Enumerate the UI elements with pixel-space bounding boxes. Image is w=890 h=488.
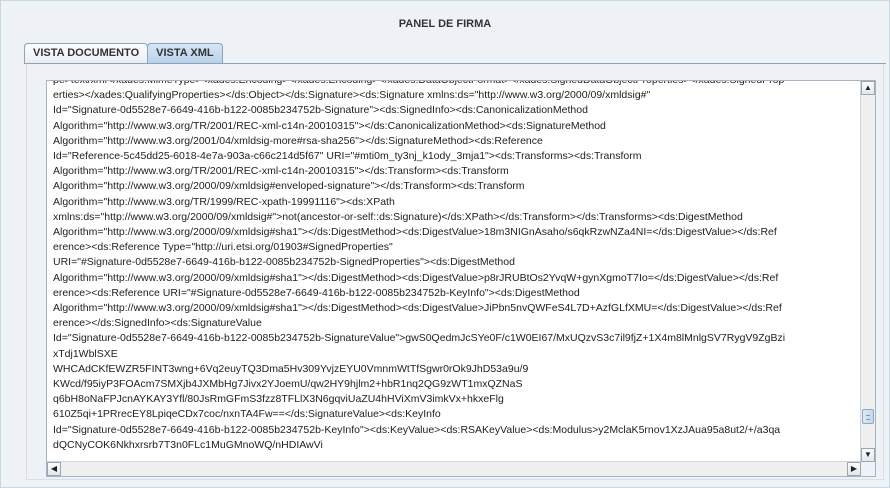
- xml-line: 610Z5qi+1PRrecEY8LpiqeCDx7coc/nxnTA4Fw==…: [53, 408, 441, 421]
- xml-line: WHCAdCKfEWZR5FINT3wng+6Vq2euyTQ3Dma5Hv30…: [53, 362, 529, 375]
- vertical-scrollbar[interactable]: ▲ ▼: [860, 81, 875, 462]
- xml-line: erence><ds:Reference Type="http://uri.et…: [53, 241, 393, 254]
- xml-line: xTdj1WblSXE: [53, 347, 118, 360]
- xml-line: pe>text/xml</xades:MimeType><xades:Encod…: [47, 81, 861, 88]
- arrow-down-icon: ▼: [864, 450, 872, 459]
- xml-scroll-pane[interactable]: pe>text/xml</xades:MimeType><xades:Encod…: [46, 80, 876, 477]
- xml-line: Algorithm="http://www.w3.org/2000/09/xml…: [53, 302, 782, 315]
- xml-line: URI="#Signature-0d5528e7-6649-416b-b122-…: [53, 256, 515, 269]
- arrow-left-icon: ◀: [50, 464, 58, 473]
- xml-line: Algorithm="http://www.w3.org/2000/09/xml…: [53, 226, 777, 239]
- tab-vista-xml[interactable]: VISTA XML: [147, 43, 223, 63]
- xml-line: Id="Signature-0d5528e7-6649-416b-b122-00…: [53, 332, 786, 345]
- scroll-down-button[interactable]: ▼: [861, 448, 875, 462]
- panel-title: PANEL DE FIRMA: [398, 18, 492, 30]
- tab-vista-documento[interactable]: VISTA DOCUMENTO: [24, 43, 149, 63]
- scroll-up-button[interactable]: ▲: [861, 81, 875, 95]
- xml-text-area[interactable]: pe>text/xml</xades:MimeType><xades:Encod…: [47, 81, 861, 462]
- arrow-up-icon: ▲: [864, 83, 872, 92]
- xml-line: Id="Signature-0d5528e7-6649-416b-b122-00…: [53, 104, 588, 117]
- xml-line: dQCNyCOK6Nkhxrsrb7T3n0FLc1MuGMnoWQ/nHDIA…: [53, 438, 323, 451]
- xml-line: Algorithm="http://www.w3.org/2000/09/xml…: [53, 271, 779, 284]
- xml-line: xmlns:ds="http://www.w3.org/2000/09/xmld…: [53, 210, 743, 223]
- xml-line: erties></xades:QualifyingProperties></ds…: [53, 89, 651, 102]
- arrow-right-icon: ▶: [850, 464, 858, 473]
- xml-line: erence></ds:SignedInfo><ds:SignatureValu…: [53, 317, 262, 330]
- xml-line: Algorithm="http://www.w3.org/TR/2001/REC…: [53, 165, 509, 178]
- tab-bar: VISTA DOCUMENTO VISTA XML: [24, 43, 223, 64]
- xml-line: Algorithm="http://www.w3.org/2000/09/xml…: [53, 180, 525, 193]
- xml-line: Algorithm="http://www.w3.org/TR/2001/REC…: [53, 119, 606, 132]
- scrollbar-corner: [861, 462, 875, 476]
- xml-line: q6bH8oNaFPJcnAYKAY3Yfl/80JsRmGFmS3fzz8TF…: [53, 393, 504, 406]
- xml-line: KWcd/f95iyP3FOAcm7SMXjb4JXMbHg7Jivx2YJoe…: [53, 378, 523, 391]
- vertical-scroll-thumb[interactable]: [862, 409, 874, 424]
- scroll-left-button[interactable]: ◀: [47, 462, 61, 476]
- xml-line: erence><ds:Reference URI="#Signature-0d5…: [53, 286, 580, 299]
- xml-line: Id="Reference-5c45dd25-6018-4e7a-903a-c6…: [53, 150, 642, 163]
- horizontal-scrollbar[interactable]: ◀ ▶: [47, 461, 861, 476]
- scroll-right-button[interactable]: ▶: [847, 462, 861, 476]
- xml-line: Id="Signature-0d5528e7-6649-416b-b122-00…: [53, 423, 781, 436]
- xml-line: Algorithm="http://www.w3.org/2001/04/xml…: [53, 134, 543, 147]
- xml-line: Algorithm="http://www.w3.org/TR/1999/REC…: [53, 195, 395, 208]
